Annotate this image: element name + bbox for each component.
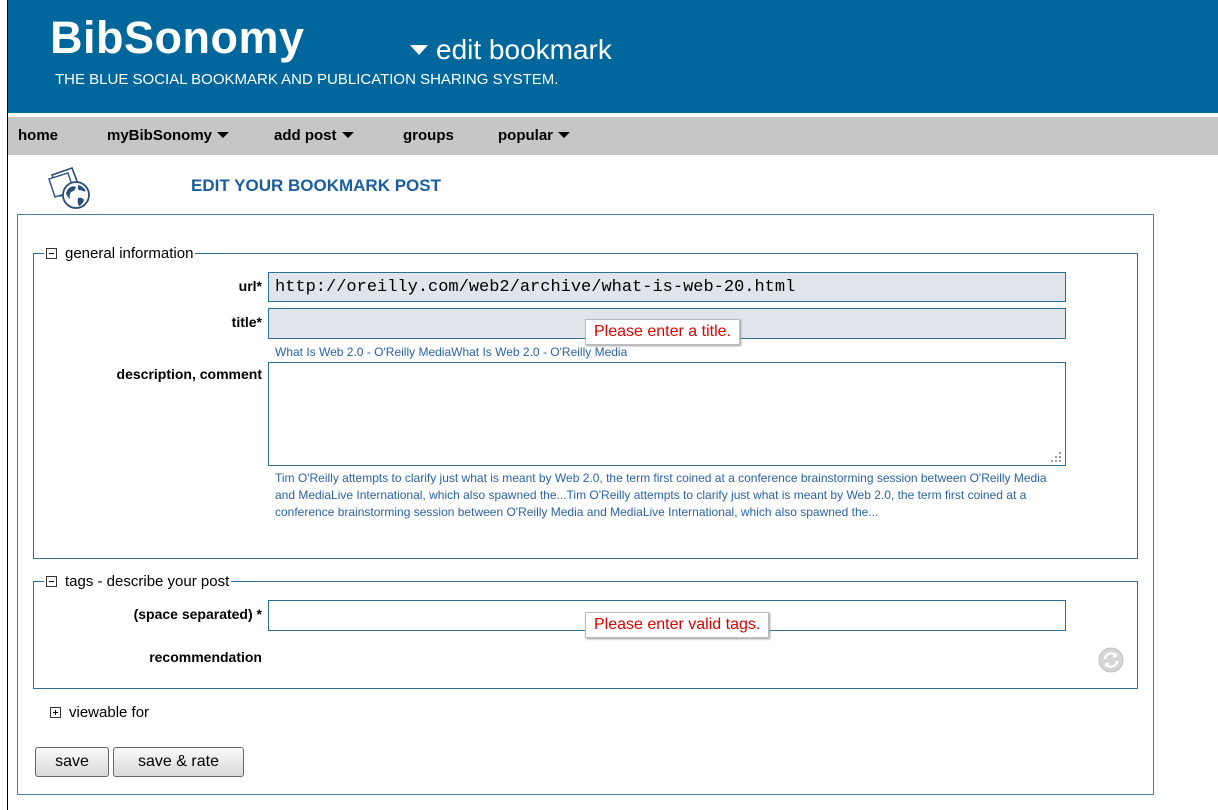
site-header: BibSonomy edit bookmark THE BLUE SOCIAL … <box>8 0 1218 113</box>
chevron-down-icon <box>558 132 570 139</box>
resize-grip-icon[interactable] <box>1047 451 1063 463</box>
site-tagline: THE BLUE SOCIAL BOOKMARK AND PUBLICATION… <box>55 71 559 88</box>
general-information-legend: general information <box>44 245 195 262</box>
main-nav: home myBibSonomy add post groups popular <box>8 117 1218 155</box>
chevron-down-icon <box>341 132 354 139</box>
collapse-icon[interactable] <box>46 575 57 587</box>
description-textarea[interactable] <box>268 362 1066 466</box>
url-input[interactable] <box>268 272 1066 302</box>
recommendation-label: recommendation <box>149 649 262 665</box>
save-button[interactable]: save <box>35 747 109 777</box>
tags-label: (space separated) * <box>133 606 262 622</box>
nav-item-popular[interactable]: popular <box>498 127 570 144</box>
page-heading-label: edit bookmark <box>436 34 612 65</box>
title-label: title* <box>231 314 262 330</box>
page-heading[interactable]: edit bookmark <box>410 34 612 66</box>
expand-icon <box>50 706 61 718</box>
nav-item-home[interactable]: home <box>18 127 58 144</box>
chevron-down-icon <box>410 44 428 55</box>
refresh-icon[interactable] <box>1098 647 1124 673</box>
collapse-icon[interactable] <box>46 247 57 259</box>
title-suggestion[interactable]: What Is Web 2.0 - O'Reilly MediaWhat Is … <box>275 344 1065 361</box>
description-suggestion[interactable]: Tim O'Reilly attempts to clarify just wh… <box>275 470 1055 521</box>
chevron-down-icon <box>217 132 230 139</box>
nav-item-mybibsonomy[interactable]: myBibSonomy <box>107 127 230 144</box>
description-field-wrap <box>268 362 1066 466</box>
title-error-tooltip: Please enter a title. <box>585 319 740 345</box>
tags-error-tooltip: Please enter valid tags. <box>585 612 770 638</box>
viewable-for-toggle[interactable]: viewable for <box>50 704 149 721</box>
tags-legend: tags - describe your post <box>44 573 231 590</box>
site-logo[interactable]: BibSonomy <box>50 12 305 64</box>
nav-item-groups[interactable]: groups <box>403 127 454 144</box>
url-label: url* <box>238 278 262 294</box>
form-title: EDIT YOUR BOOKMARK POST <box>191 176 441 195</box>
description-label: description, comment <box>116 366 262 382</box>
bookmark-globe-icon <box>48 166 90 209</box>
save-rate-button[interactable]: save & rate <box>113 747 244 777</box>
nav-item-add-post[interactable]: add post <box>274 127 354 144</box>
